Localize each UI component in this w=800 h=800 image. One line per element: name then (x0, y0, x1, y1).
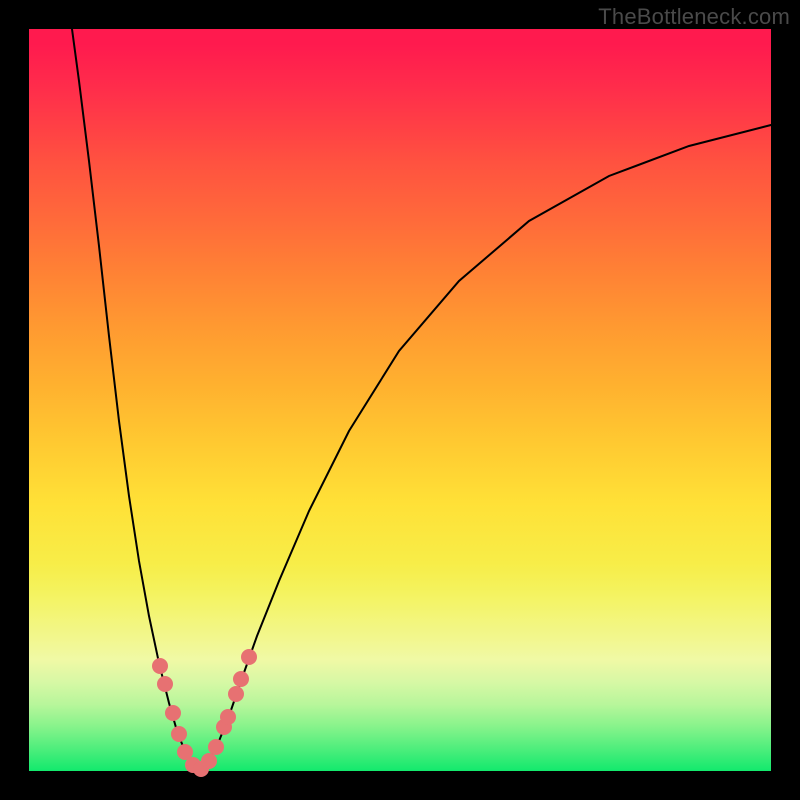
chart-frame: TheBottleneck.com (0, 0, 800, 800)
marker-dot (152, 658, 168, 674)
marker-dot (165, 705, 181, 721)
chart-svg (29, 29, 771, 771)
marker-dot (171, 726, 187, 742)
watermark-text: TheBottleneck.com (598, 4, 790, 30)
marker-dot (201, 753, 217, 769)
marker-dot (228, 686, 244, 702)
curve-left (72, 29, 199, 771)
marker-dot (241, 649, 257, 665)
plot-area (29, 29, 771, 771)
marker-group (152, 649, 257, 777)
marker-dot (233, 671, 249, 687)
marker-dot (220, 709, 236, 725)
curve-right (199, 125, 771, 771)
marker-dot (208, 739, 224, 755)
marker-dot (157, 676, 173, 692)
